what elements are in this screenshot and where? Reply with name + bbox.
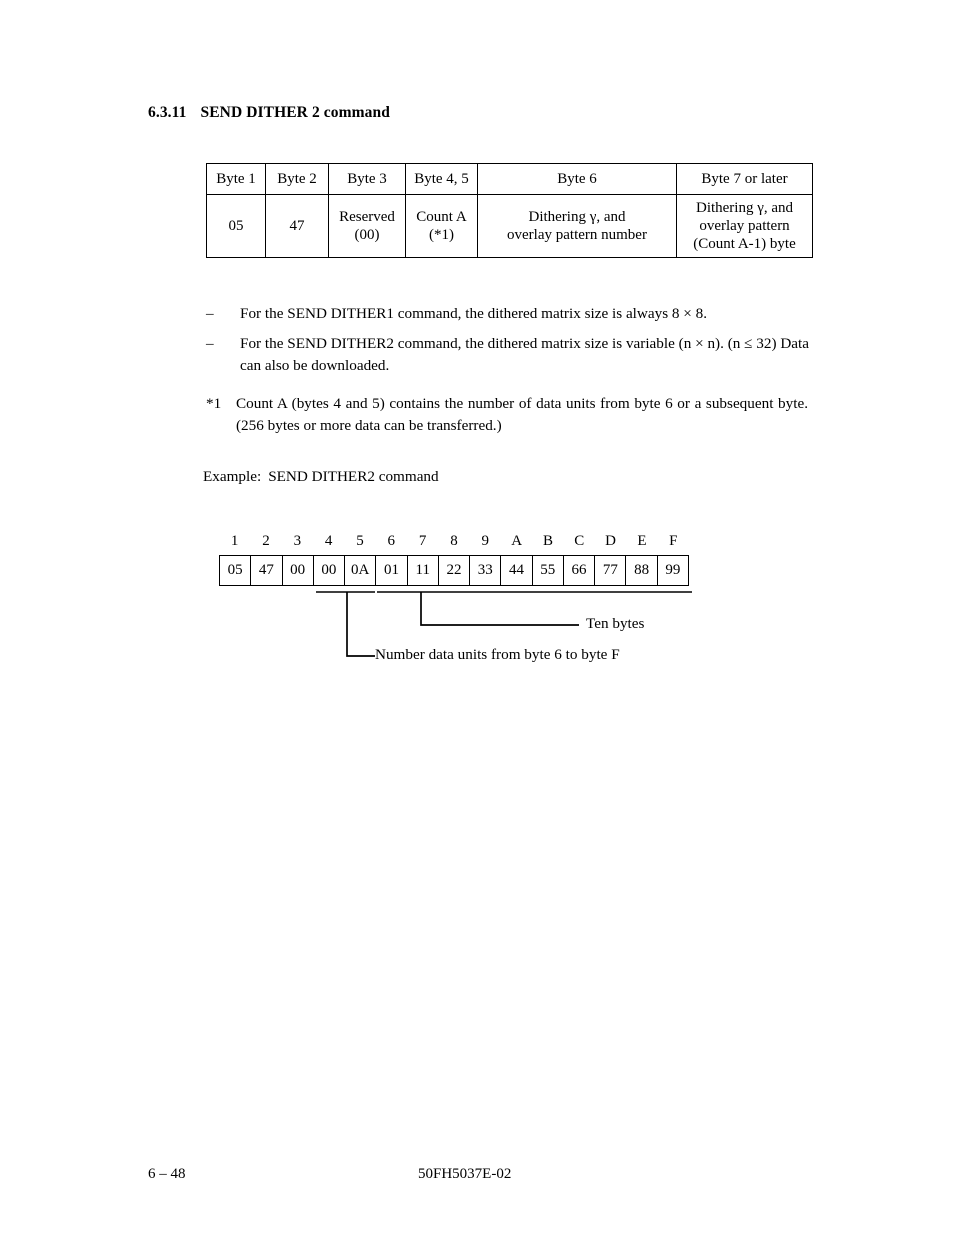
cell-byte-4-5-line1: Count A <box>416 208 467 225</box>
cell-byte-6: Dithering γ, and overlay pattern number <box>477 194 677 258</box>
cell-byte-7-line3: (Count A-1) byte <box>693 236 796 253</box>
byte-index: 9 <box>481 533 490 549</box>
annotation-ten-bytes: Ten bytes <box>586 615 645 632</box>
byte-cell: 00 <box>312 555 346 586</box>
cell-byte-4-5: Count A (*1) <box>405 194 478 258</box>
byte-cell: 99 <box>656 555 690 586</box>
byte-cell: 22 <box>437 555 471 586</box>
note-text: Count A (bytes 4 and 5) contains the num… <box>236 395 808 434</box>
count-a-leader <box>346 592 375 657</box>
note-count-a: *1 Count A (bytes 4 and 5) contains the … <box>206 393 808 436</box>
header-byte-1: Byte 1 <box>206 163 266 195</box>
footer-document-number: 50FH5037E-02 <box>418 1166 512 1182</box>
ten-bytes-leader <box>420 592 579 626</box>
note-text: For the SEND DITHER1 command, the dither… <box>240 305 708 322</box>
footer-page-number: 6 – 48 <box>148 1166 186 1182</box>
byte-cell: 05 <box>218 555 252 586</box>
byte-cell: 11 <box>406 555 439 586</box>
byte-index: 2 <box>262 533 270 549</box>
byte-value-row: 05 47 00 00 0A 01 11 22 33 44 55 66 77 8… <box>218 555 690 586</box>
cell-byte-7-or-later: Dithering γ, and overlay pattern (Count … <box>676 194 813 258</box>
cell-byte-6-line2: overlay pattern number <box>507 227 647 243</box>
annotation-count-a: Number data units from byte 6 to byte F <box>375 646 620 663</box>
byte-index: A <box>511 533 523 549</box>
example-caption: Example: SEND DITHER2 command <box>203 468 439 486</box>
table-row: 05 47 Reserved (00) Count A (*1) Ditheri… <box>206 194 813 258</box>
section-number: 6.3.11 <box>148 104 187 121</box>
note-dither2: – For the SEND DITHER2 command, the dith… <box>206 333 810 376</box>
note-text: For the SEND DITHER2 command, the dither… <box>240 335 809 374</box>
byte-index: B <box>542 533 553 549</box>
byte-diagram: 1 2 3 4 5 6 7 8 9 A B C D E F 05 47 00 0… <box>218 529 690 586</box>
note-row: *1 Count A (bytes 4 and 5) contains the … <box>206 393 808 436</box>
byte-cell: 66 <box>562 555 596 586</box>
note-dither1: – For the SEND DITHER1 command, the dith… <box>206 303 810 325</box>
cell-byte-2: 47 <box>265 194 329 258</box>
table-header-row: Byte 1 Byte 2 Byte 3 Byte 4, 5 Byte 6 By… <box>206 163 813 195</box>
byte-cell: 0A <box>344 555 377 586</box>
header-byte-3: Byte 3 <box>328 163 406 195</box>
byte-index: E <box>637 533 647 549</box>
note-marker: – <box>206 305 214 322</box>
cell-byte-3-line1: Reserved <box>339 208 395 225</box>
cell-byte-7-line2: overlay pattern <box>699 217 790 234</box>
command-format-table: Byte 1 Byte 2 Byte 3 Byte 4, 5 Byte 6 By… <box>206 163 813 258</box>
header-byte-2: Byte 2 <box>265 163 329 195</box>
header-byte-6: Byte 6 <box>477 163 677 195</box>
byte-cell: 47 <box>250 555 283 586</box>
byte-index: 1 <box>230 533 239 549</box>
section-title: SEND DITHER 2 command <box>200 104 390 121</box>
byte-index: 6 <box>387 533 396 549</box>
byte-index: 4 <box>324 533 333 549</box>
byte-index: D <box>605 533 617 549</box>
byte-cell: 01 <box>375 555 408 586</box>
header-byte-4-5: Byte 4, 5 <box>405 163 478 195</box>
byte-value-table: 05 47 00 00 0A 01 11 22 33 44 55 66 77 8… <box>218 555 690 586</box>
byte-cell: 33 <box>469 555 502 586</box>
cell-byte-7-line1: Dithering γ, and <box>695 199 794 216</box>
note-row: – For the SEND DITHER1 command, the dith… <box>206 303 810 325</box>
example-label-word: Example: <box>203 468 262 485</box>
byte-index: 3 <box>293 533 302 549</box>
section-heading: 6.3.11 SEND DITHER 2 command <box>148 104 390 122</box>
header-byte-7-or-later: Byte 7 or later <box>676 163 813 195</box>
note-marker: *1 <box>206 395 222 412</box>
byte-index: C <box>574 533 585 549</box>
byte-index: F <box>669 533 678 549</box>
byte-cell: 77 <box>594 555 627 586</box>
byte-cell: 44 <box>500 555 533 586</box>
byte-cell: 00 <box>281 555 314 586</box>
cell-byte-3-line2: (00) <box>354 227 380 243</box>
byte-index: 7 <box>418 533 427 549</box>
example-title: SEND DITHER2 command <box>268 468 439 485</box>
cell-byte-1: 05 <box>206 194 266 258</box>
byte-cell: 55 <box>531 555 564 586</box>
byte-index: 8 <box>450 533 458 549</box>
cell-byte-4-5-line2: (*1) <box>429 227 454 243</box>
cell-byte-3: Reserved (00) <box>328 194 406 258</box>
byte-index-row: 1 2 3 4 5 6 7 8 9 A B C D E F <box>219 529 689 555</box>
note-row: – For the SEND DITHER2 command, the dith… <box>206 333 810 376</box>
byte-cell: 88 <box>625 555 658 586</box>
byte-index: 5 <box>356 533 364 549</box>
document-page: 6.3.11 SEND DITHER 2 command Byte 1 Byte … <box>0 0 954 1235</box>
cell-byte-6-line1: Dithering γ, and <box>528 208 626 225</box>
note-marker: – <box>206 335 214 352</box>
